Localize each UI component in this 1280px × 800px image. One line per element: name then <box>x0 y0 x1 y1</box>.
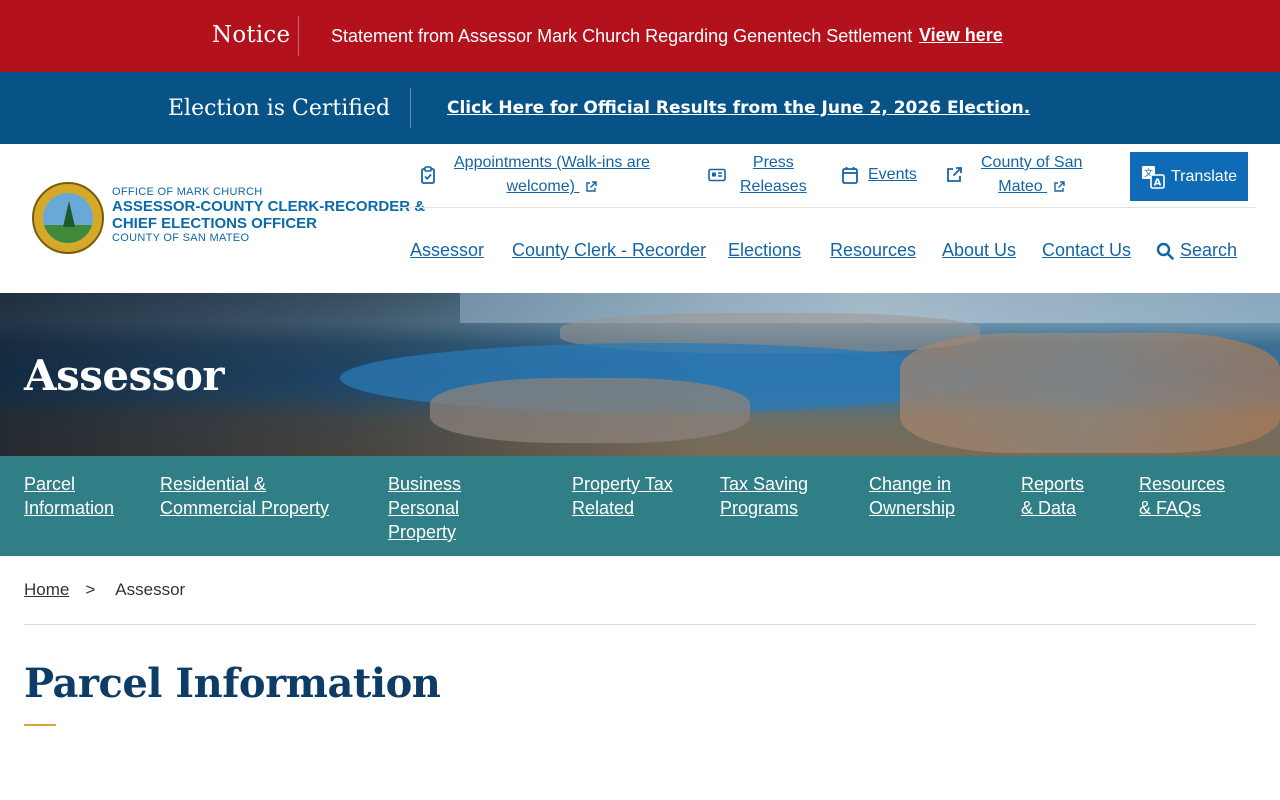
subnav-label-line: Tax Saving <box>720 474 809 494</box>
county-label-line1: County of San <box>981 154 1083 171</box>
utility-links: Appointments (Walk-ins are welcome) Pres… <box>396 144 1256 208</box>
county-seal-icon <box>32 182 104 254</box>
nav-about-us[interactable]: About Us <box>942 240 1016 261</box>
svg-text:A: A <box>1154 177 1162 188</box>
breadcrumb-current: Assessor <box>115 580 186 599</box>
assessor-sub-navigation: Parcel Information Residential & Commerc… <box>0 456 1280 556</box>
election-divider <box>410 88 411 128</box>
logo-office-line: OFFICE OF MARK CHURCH <box>112 186 263 198</box>
hero-banner: Assessor <box>0 293 1280 456</box>
nav-contact-us[interactable]: Contact Us <box>1042 240 1131 261</box>
nav-county-clerk-recorder[interactable]: County Clerk - Recorder <box>512 240 706 261</box>
external-link-icon <box>1054 181 1065 192</box>
logo-county-line: COUNTY OF SAN MATEO <box>112 232 250 244</box>
notice-banner: Notice Statement from Assessor Mark Chur… <box>0 0 1280 72</box>
appointments-label-line2: welcome) <box>506 178 575 195</box>
press-label-line2: Releases <box>740 178 807 195</box>
subnav-label-line: Resources <box>1139 474 1226 494</box>
county-of-san-mateo-link[interactable]: County of San Mateo <box>945 151 1082 199</box>
subnav-label-line: Business <box>388 474 462 494</box>
breadcrumb-home[interactable]: Home <box>24 580 69 600</box>
subnav-property-tax-related[interactable]: Property Tax Related <box>572 472 673 520</box>
page-title: Parcel Information <box>24 660 441 707</box>
subnav-label-line: Reports <box>1021 474 1085 494</box>
hero-houses-right <box>900 333 1280 453</box>
title-accent-rule <box>24 724 56 726</box>
hero-title: Assessor <box>24 351 225 400</box>
election-results-link[interactable]: Click Here for Official Results from the… <box>447 98 1030 118</box>
subnav-label-line: Change in <box>869 474 952 494</box>
clipboard-check-icon <box>421 166 435 184</box>
county-label-line2: Mateo <box>998 178 1043 195</box>
hero-houses-near <box>430 378 750 443</box>
breadcrumb-separator: > <box>85 580 96 599</box>
subnav-change-in-ownership[interactable]: Change in Ownership <box>869 472 955 520</box>
notice-view-link[interactable]: View here <box>919 25 1003 46</box>
subnav-label-line: Property <box>388 522 457 542</box>
notice-text: Statement from Assessor Mark Church Rega… <box>331 26 913 46</box>
external-link-icon <box>947 167 962 182</box>
search-icon <box>1156 242 1174 260</box>
breadcrumb: Home > Assessor <box>24 580 185 600</box>
nav-assessor[interactable]: Assessor <box>410 240 484 261</box>
nav-resources[interactable]: Resources <box>830 240 916 261</box>
subnav-label-line: Ownership <box>869 498 956 518</box>
subnav-label-line: Programs <box>720 498 799 518</box>
events-link[interactable]: Events <box>842 163 917 187</box>
subnav-parcel-information[interactable]: Parcel Information <box>24 472 114 520</box>
breadcrumb-divider <box>24 624 1256 625</box>
newspaper-icon <box>708 168 726 182</box>
logo-title-line2: CHIEF ELECTIONS OFFICER <box>112 215 318 232</box>
press-label-line1: Press <box>752 154 794 171</box>
election-label: Election is Certified <box>168 96 391 121</box>
subnav-residential-commercial[interactable]: Residential & Commercial Property <box>160 472 329 520</box>
search-button[interactable]: Search <box>1156 240 1237 261</box>
appointments-label-line1: Appointments (Walk-ins are <box>454 154 650 171</box>
appointments-link[interactable]: Appointments (Walk-ins are welcome) <box>420 151 650 199</box>
logo-text: OFFICE OF MARK CHURCH ASSESSOR-COUNTY CL… <box>112 186 425 244</box>
subnav-label-line: Commercial Property <box>160 498 330 518</box>
events-label: Events <box>868 166 917 183</box>
calendar-icon <box>842 167 858 184</box>
external-link-icon <box>586 181 598 192</box>
subnav-label-line: & FAQs <box>1139 498 1202 518</box>
notice-label: Notice <box>212 22 291 48</box>
press-releases-link[interactable]: Press Releases <box>708 151 807 199</box>
subnav-label-line: Personal <box>388 498 460 518</box>
subnav-label-line: Residential & <box>160 474 267 494</box>
subnav-label-line: Related <box>572 498 635 518</box>
subnav-resources-faqs[interactable]: Resources & FAQs <box>1139 472 1225 520</box>
translate-icon: 文 A <box>1141 165 1165 189</box>
search-label: Search <box>1180 240 1238 260</box>
notice-divider <box>298 16 299 56</box>
subnav-label-line: & Data <box>1021 498 1077 518</box>
site-header: OFFICE OF MARK CHURCH ASSESSOR-COUNTY CL… <box>0 144 1280 293</box>
subnav-reports-data[interactable]: Reports & Data <box>1021 472 1084 520</box>
subnav-business-personal-property[interactable]: Business Personal Property <box>388 472 461 544</box>
translate-label: Translate <box>1170 167 1238 185</box>
logo-title-line1: ASSESSOR-COUNTY CLERK-RECORDER & <box>112 198 426 215</box>
translate-button[interactable]: 文 A Translate <box>1130 152 1248 201</box>
subnav-label-line: Parcel <box>24 474 76 494</box>
subnav-tax-saving-programs[interactable]: Tax Saving Programs <box>720 472 808 520</box>
election-banner: Election is Certified Click Here for Off… <box>0 72 1280 144</box>
subnav-label-line: Information <box>24 498 115 518</box>
nav-elections[interactable]: Elections <box>728 240 801 261</box>
subnav-label-line: Property Tax <box>572 474 673 494</box>
